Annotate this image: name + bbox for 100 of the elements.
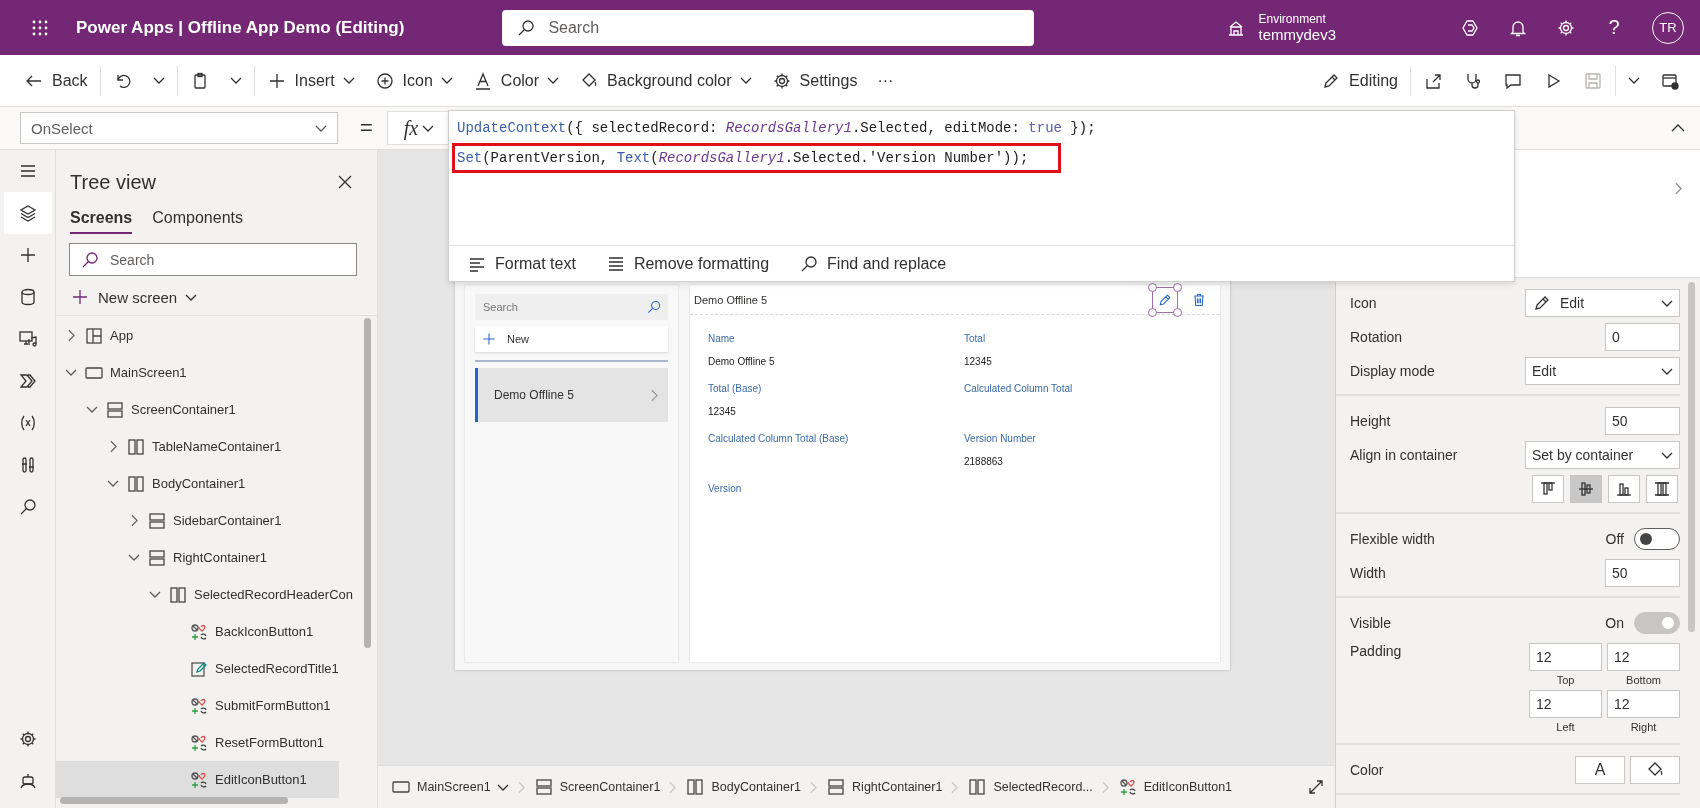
breadcrumb-item[interactable]: EditIconButton1: [1114, 777, 1236, 797]
remove-button[interactable]: Remove formatting: [605, 253, 770, 274]
gallery-item[interactable]: Demo Offline 5: [475, 368, 668, 422]
help-button[interactable]: ?: [1590, 7, 1638, 48]
editing-button[interactable]: Editing: [1311, 62, 1408, 99]
resize-handle[interactable]: [1173, 307, 1182, 317]
columns-container-icon: [685, 777, 706, 797]
chevron-down-icon: [1661, 299, 1673, 307]
tree-item[interactable]: ScreenContainer1: [56, 391, 339, 428]
number-field[interactable]: 50: [1605, 407, 1680, 435]
toggle-switch[interactable]: [1634, 528, 1680, 550]
tree-item[interactable]: ResetFormButton1: [56, 724, 339, 761]
number-field[interactable]: 12: [1607, 690, 1680, 718]
breadcrumb-item[interactable]: RightContainer1: [823, 777, 946, 797]
chevron-right-icon: [109, 440, 117, 453]
back-button[interactable]: Back: [14, 62, 98, 99]
columns-container-icon: [126, 473, 146, 494]
chevron-right-icon: [1674, 181, 1682, 195]
tree-item[interactable]: TableNameContainer1: [56, 428, 339, 465]
search-field[interactable]: Search: [69, 243, 357, 276]
resize-handle[interactable]: [1148, 282, 1157, 292]
chevron-right-icon: [130, 514, 138, 527]
search-field[interactable]: Search: [502, 9, 1035, 46]
align-button[interactable]: [1608, 475, 1640, 503]
columns-container-icon: [126, 436, 146, 457]
property-dropdown[interactable]: Edit: [1525, 289, 1680, 317]
new-button[interactable]: New: [475, 326, 668, 352]
new-screen-button[interactable]: New screen: [70, 279, 198, 315]
number-field[interactable]: 12: [1529, 643, 1602, 671]
tab[interactable]: Screens: [70, 204, 133, 234]
property-dropdown[interactable]: OnSelect: [20, 112, 338, 144]
breadcrumb-item[interactable]: SelectedRecord...: [964, 777, 1096, 797]
tree-item[interactable]: SubmitFormButton1: [56, 687, 339, 724]
equals-sign: =: [360, 115, 373, 141]
scrollbar[interactable]: [364, 318, 371, 648]
resize-button[interactable]: [1307, 778, 1325, 796]
property-label: Padding: [1350, 643, 1402, 659]
number-field[interactable]: 0: [1605, 323, 1680, 351]
field-caption: Top: [1556, 673, 1575, 688]
tab[interactable]: Components: [152, 204, 243, 234]
find-button[interactable]: Find and replace: [799, 253, 947, 274]
panel-title: Tree view: [70, 170, 156, 194]
scrollbar[interactable]: [1688, 282, 1695, 632]
insert-button[interactable]: Insert: [256, 62, 365, 99]
tree-item[interactable]: SelectedRecordHeaderCon: [56, 576, 353, 613]
background-button[interactable]: Background color: [569, 62, 762, 99]
breadcrumb-item[interactable]: ScreenContainer1: [530, 777, 664, 797]
fill-color-button[interactable]: [1630, 756, 1680, 784]
breadcrumb-item[interactable]: MainScreen1: [388, 777, 512, 797]
media-icon: [17, 329, 38, 349]
tree-item[interactable]: SidebarContainer1: [56, 502, 339, 539]
number-field[interactable]: 12: [1529, 690, 1602, 718]
search-input[interactable]: Search: [546, 17, 1021, 38]
stacked-container-icon: [826, 777, 847, 797]
scrollbar[interactable]: [60, 797, 288, 804]
tree-item[interactable]: RightContainer1: [56, 539, 339, 576]
text-color-button[interactable]: A: [1575, 756, 1625, 784]
field-label: Calculated Column Total: [964, 383, 1074, 394]
breadcrumb-item[interactable]: BodyContainer1: [682, 777, 805, 797]
chevron-down-icon: [342, 77, 355, 84]
function-button[interactable]: fx: [386, 111, 451, 145]
chevron-down-icon: [440, 77, 453, 84]
search-icon: [646, 299, 662, 315]
tree-item[interactable]: BackIconButton1: [56, 613, 339, 650]
tree-item[interactable]: EditIconButton1: [56, 761, 339, 798]
tree-item[interactable]: SelectedRecordTitle1: [56, 650, 339, 687]
stacked-container-icon: [147, 547, 167, 568]
search-input[interactable]: Search: [108, 250, 346, 269]
chevron-down-icon: [315, 124, 327, 132]
format-button[interactable]: Format text: [467, 253, 576, 274]
columns-container-icon: [168, 584, 188, 605]
property-label: Flexible width: [1350, 531, 1435, 547]
align-button[interactable]: [1646, 475, 1678, 503]
search-input[interactable]: Search: [481, 300, 646, 314]
property-dropdown[interactable]: Set by container: [1525, 441, 1680, 469]
search-field[interactable]: Search: [475, 294, 668, 320]
align-button[interactable]: [1570, 475, 1602, 503]
field-label: Total (Base): [708, 383, 763, 394]
formula-editor[interactable]: UpdateContext({ selectedRecord: RecordsGallery1.Selected, editMode: true }); Set(ParentVersion, Text(RecordsGallery1.Selected.'Version Number')); Format text Remove formatting Find and replace: [448, 110, 1515, 282]
tree-item[interactable]: BodyContainer1: [56, 465, 339, 502]
chevron-right-icon: [67, 329, 75, 342]
tree-item[interactable]: MainScreen1: [56, 354, 339, 391]
color-button[interactable]: Color: [462, 62, 570, 99]
number-field[interactable]: 50: [1605, 559, 1680, 587]
tree-item[interactable]: App: [56, 317, 339, 354]
field-label: Version: [708, 483, 743, 494]
icon-button[interactable]: Icon: [364, 62, 463, 99]
align-button[interactable]: [1532, 475, 1564, 503]
settings-button[interactable]: Settings: [761, 62, 868, 99]
search-icon: [799, 253, 820, 274]
stacked-container-icon: [147, 510, 167, 531]
tree-nav-button[interactable]: [3, 192, 52, 234]
number-field[interactable]: 12: [1607, 643, 1680, 671]
property-label: Height: [1350, 413, 1391, 429]
resize-handle[interactable]: [1173, 282, 1182, 292]
property-dropdown[interactable]: Edit: [1525, 357, 1680, 385]
resize-handle[interactable]: [1148, 307, 1157, 317]
more-button[interactable]: ···: [867, 62, 904, 99]
environment-picker[interactable]: Environment temmydev3: [1226, 12, 1336, 43]
chevron-down-icon: [128, 554, 140, 561]
